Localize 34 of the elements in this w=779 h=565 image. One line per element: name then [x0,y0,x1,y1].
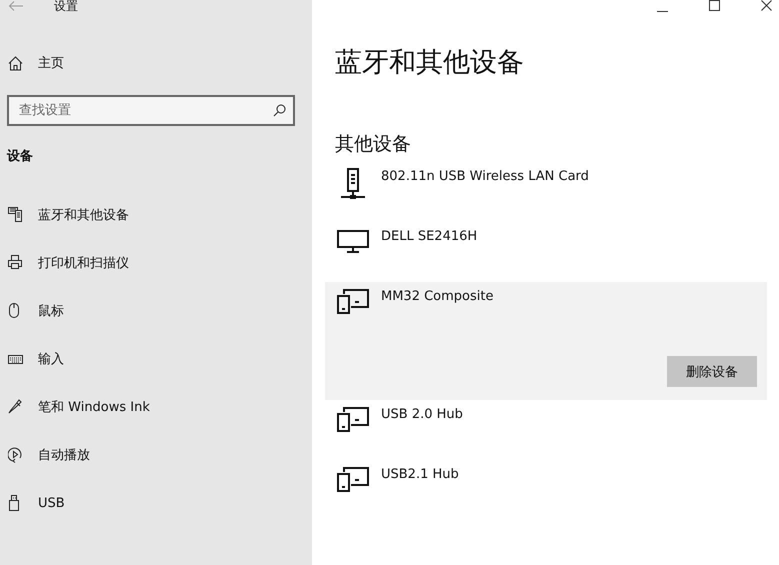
device-name[interactable]: 802.11n USB Wireless LAN Card [381,168,589,202]
printer-icon [8,255,23,271]
monitor-icon [337,228,369,254]
device-name[interactable]: USB 2.0 Hub [381,406,463,432]
devices-icon [337,406,369,432]
keyboard-icon [8,354,23,364]
devices-icon [337,288,369,314]
play-circle-icon [8,447,23,463]
home-icon [8,56,23,70]
devices-icon [337,466,369,492]
search-field[interactable]: 查找设置 [7,95,295,126]
network-device-icon [339,168,367,202]
nav-item[interactable]: USB [0,479,312,527]
nav-item[interactable]: 鼠标 [0,287,312,335]
nav-item[interactable]: 自动播放 [0,431,312,479]
nav-item[interactable]: 输入 [0,335,312,383]
section-heading: 其他设备 [335,132,412,157]
nav-item[interactable]: 蓝牙和其他设备 [0,191,312,239]
remove-device-button[interactable]: 删除设备 [667,356,757,387]
keyboard-phone-icon [8,207,23,223]
window-title: 设置 [54,0,78,12]
device-name[interactable]: DELL SE2416H [381,228,478,254]
page-title: 蓝牙和其他设备 [335,46,525,80]
home-link[interactable]: 主页 [0,54,312,72]
search-icon[interactable] [273,104,286,117]
device-name[interactable]: USB2.1 Hub [381,466,459,492]
device-name: MM32 Composite [381,288,494,306]
nav-item[interactable]: 笔和 Windows Ink [0,383,312,431]
device-row[interactable]: MM32 Composite 删除设备 [325,282,767,400]
section-heading: 设备 [7,148,34,166]
nav-item[interactable]: 打印机和扫描仪 [0,239,312,287]
close-icon[interactable] [761,0,773,12]
maximize-icon[interactable] [709,0,721,12]
pen-icon [8,399,23,415]
